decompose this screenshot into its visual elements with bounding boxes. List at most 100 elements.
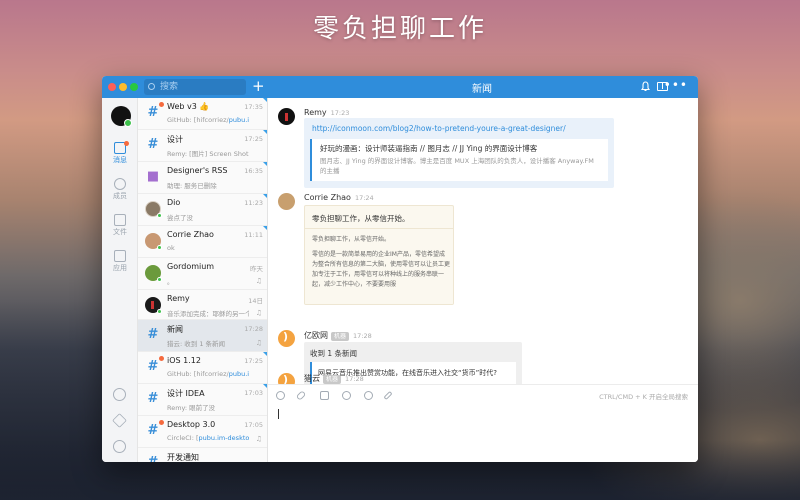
my-avatar[interactable] — [111, 106, 132, 127]
message-link[interactable]: http://iconmoon.com/blog2/how-to-pretend… — [312, 124, 566, 133]
conversation-preview: 猎云: 收到 1 条新闻 — [167, 340, 226, 348]
list-item[interactable]: # Web v3 👍 GitHub: [hifcorriez/pubu.im-h… — [138, 98, 267, 130]
conversation-time: 17:03 — [244, 389, 263, 397]
channel-title: 新闻 — [472, 84, 492, 95]
rss-icon[interactable] — [278, 330, 295, 347]
gear-icon[interactable] — [113, 440, 126, 453]
avatar[interactable] — [278, 108, 295, 125]
list-item[interactable]: # 开发通知 — [138, 448, 267, 462]
mention-icon[interactable] — [364, 391, 373, 400]
online-dot — [157, 277, 162, 282]
conversation-title: Dio — [167, 198, 181, 207]
conversation-time: 17:35 — [244, 103, 263, 111]
online-dot — [157, 213, 162, 218]
conversation-title: Gordomium — [167, 262, 215, 271]
message-author: Remy 17:23 — [304, 108, 350, 117]
emoji-icon[interactable] — [276, 391, 285, 400]
text-caret — [278, 409, 279, 419]
online-dot — [157, 245, 162, 250]
pinned-corner — [263, 98, 267, 102]
hero-title: 零负担聊工作 — [312, 14, 487, 44]
list-item[interactable]: # 设计 IDEA Remy: 眼前了没 17:03 — [138, 384, 267, 416]
conversation-preview: ok — [167, 244, 175, 252]
link-preview-card[interactable]: 好玩的漫画：设计师装逼指南 // 图月志 // JJ Ying 的界面设计博客 … — [310, 139, 608, 181]
list-item[interactable]: Remy 音乐添加完成：耶稣的另一个名字 14日 ♫ — [138, 290, 267, 320]
list-item[interactable]: # iOS 1.12 GitHub: [hifcorriez/pubu.im-i… — [138, 352, 267, 384]
minimize-window-button[interactable] — [119, 83, 127, 91]
pen-icon[interactable] — [383, 390, 393, 401]
conversation-time: 11:23 — [244, 199, 263, 207]
mute-icon: ♫ — [255, 277, 262, 285]
conversation-title: Desktop 3.0 — [167, 420, 216, 429]
message-author: 亿欧网 机器 17:28 — [304, 331, 372, 341]
close-window-button[interactable] — [108, 83, 116, 91]
online-dot — [157, 309, 162, 314]
message-composer[interactable]: CTRL/CMD + K 开启全局搜索 — [268, 384, 698, 462]
hash-icon: # — [147, 391, 159, 406]
app-window: 搜索 + 新闻 ••• 消息 成员 文件 应用 # Web v3 👍 GitHu… — [102, 76, 698, 462]
conversation-preview: Remy: [图片] Screen Shot 2016... — [167, 150, 249, 158]
list-item[interactable]: Dio 尝点了没 11:23 — [138, 194, 267, 226]
scissors-icon[interactable] — [342, 391, 351, 400]
zoom-window-button[interactable] — [130, 83, 138, 91]
post-fade — [305, 284, 453, 304]
rail-apps[interactable]: 应用 — [102, 250, 138, 273]
conversation-preview: Remy: 眼前了没 — [167, 404, 216, 412]
title-bar: 搜索 + 新闻 ••• — [102, 76, 698, 98]
news-heading: 收到 1 条新闻 — [310, 349, 358, 358]
hash-icon: # — [147, 137, 159, 152]
avatar[interactable] — [278, 193, 295, 210]
list-item[interactable]: Corrie Zhao ok 11:11 — [138, 226, 267, 258]
attachment-icon[interactable] — [295, 390, 307, 401]
conversation-time: 昨天 — [250, 265, 263, 273]
star-icon[interactable] — [112, 413, 127, 428]
rail-files[interactable]: 文件 — [102, 214, 138, 237]
bell-icon[interactable] — [641, 81, 650, 92]
conversation-title: Remy — [167, 294, 190, 303]
conversation-preview: 音乐添加完成：耶稣的另一个名字 — [167, 310, 249, 318]
list-item[interactable]: ■ Designer's RSS 助理: 服务已删除 16:35 — [138, 162, 267, 194]
more-options-icon[interactable]: ••• — [664, 78, 688, 92]
unread-dot — [159, 356, 164, 361]
message-time: 17:28 — [345, 375, 364, 383]
conversation-preview: CircleCI: [pubu.im-desktop... — [167, 434, 249, 442]
add-conversation-button[interactable]: + — [252, 77, 265, 95]
conversation-title: 新闻 — [167, 325, 183, 334]
rail-members[interactable]: 成员 — [102, 178, 138, 201]
conversation-time: 11:11 — [244, 231, 263, 239]
hash-icon: # — [147, 105, 159, 120]
message-bubble[interactable]: 零负担聊工作，从零信开始。 零负担聊工作，从零信开始。 零信的是一款简单易用的企… — [304, 205, 454, 305]
shortcut-hint: CTRL/CMD + K 开启全局搜索 — [599, 393, 688, 401]
conversation-time: 17:25 — [244, 135, 263, 143]
left-rail: 消息 成员 文件 应用 — [102, 98, 138, 462]
mute-icon: ♫ — [255, 309, 262, 317]
unread-dot — [124, 141, 129, 146]
conversation-preview: 助理: 服务已删除 — [167, 182, 217, 190]
conversation-list: # Web v3 👍 GitHub: [hifcorriez/pubu.im-h… — [138, 98, 268, 462]
conversation-title: Designer's RSS — [167, 166, 228, 175]
rail-members-label: 成员 — [113, 192, 127, 200]
people-icon — [114, 178, 126, 190]
list-item[interactable]: Gordomium 。 昨天 ♫ — [138, 258, 267, 290]
message-bubble: http://iconmoon.com/blog2/how-to-pretend… — [304, 118, 614, 188]
conversation-preview: GitHub: [hifcorriez/pubu.im-hot... — [167, 116, 249, 124]
rail-messages[interactable]: 消息 — [102, 141, 138, 165]
calendar-icon[interactable] — [320, 391, 329, 400]
pinned-corner — [263, 384, 267, 388]
link-preview-title: 好玩的漫画：设计师装逼指南 // 图月志 // JJ Ying 的界面设计博客 — [320, 144, 538, 153]
unread-dot — [159, 420, 164, 425]
message-list: Remy 17:23 http://iconmoon.com/blog2/how-… — [268, 98, 698, 384]
bot-badge: 机器 — [323, 375, 342, 384]
list-item-selected[interactable]: # 新闻 猎云: 收到 1 条新闻 17:28 ♫ — [138, 320, 267, 352]
divider — [305, 228, 453, 229]
post-title: 零负担聊工作，从零信开始。 — [312, 214, 410, 223]
support-icon[interactable] — [113, 388, 126, 401]
search-input[interactable]: 搜索 — [144, 79, 246, 95]
message-time: 17:24 — [354, 194, 374, 202]
list-item[interactable]: # Desktop 3.0 CircleCI: [pubu.im-desktop… — [138, 416, 267, 448]
list-item[interactable]: # 设计 Remy: [图片] Screen Shot 2016... 17:2… — [138, 130, 267, 162]
link-preview-description: 图月志、JJ Ying 的界面设计博客。博主是百度 MUX 上海团队的负责人，设… — [320, 157, 594, 175]
hash-icon: # — [147, 359, 159, 374]
pinned-corner — [263, 194, 267, 198]
rss-icon[interactable] — [278, 373, 295, 384]
